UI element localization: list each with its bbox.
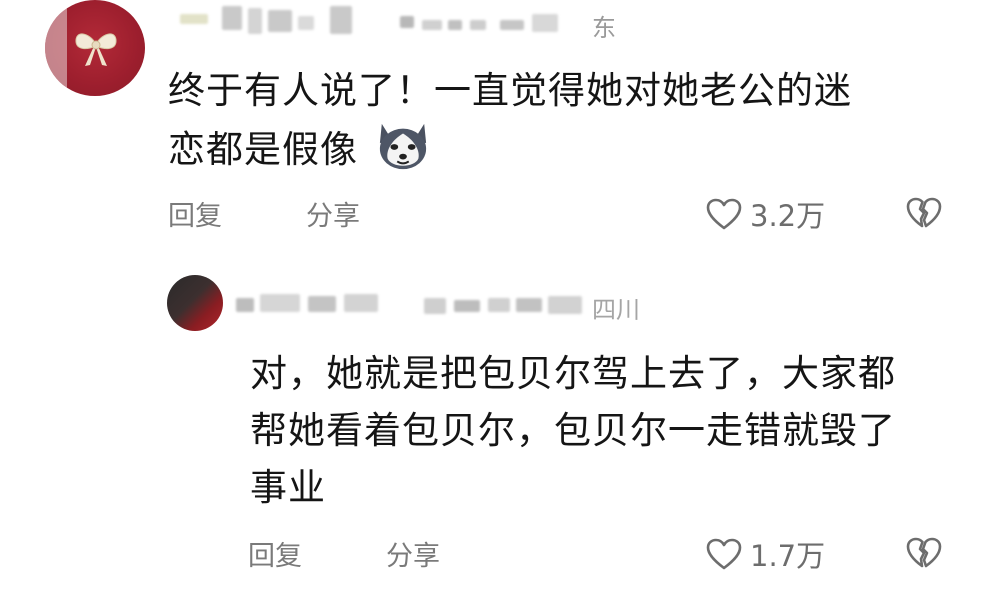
husky-dog-icon: [379, 123, 426, 170]
comment-text-line: 恋都是假像: [168, 120, 433, 178]
reply-like-button[interactable]: 1.7万: [706, 533, 825, 575]
reply-reply-button[interactable]: 回复: [248, 534, 302, 573]
avatar[interactable]: [45, 0, 145, 96]
author-location: 东: [592, 14, 616, 42]
like-count: 3.2万: [750, 199, 826, 233]
like-count: 1.7万: [750, 539, 826, 573]
reply-button[interactable]: 回复: [168, 194, 222, 233]
reply-author-location: 四川: [592, 296, 640, 324]
reply-meta-blurred: [424, 292, 594, 318]
comment-text-line: 终于有人说了！一直觉得她对她老公的迷: [168, 69, 852, 112]
heart-icon: [706, 538, 742, 570]
heart-icon: [706, 198, 742, 230]
reply-text-line: 帮她看着包贝尔，包贝尔一走错就毁了: [250, 409, 896, 452]
bow-icon: [75, 33, 117, 66]
broken-heart-icon[interactable]: [906, 537, 942, 569]
broken-heart-icon[interactable]: [906, 197, 942, 229]
author-name-blurred[interactable]: [170, 6, 370, 36]
reply-text-line: 事业: [250, 466, 326, 509]
reply-avatar[interactable]: [167, 275, 223, 331]
like-button[interactable]: 3.2万: [706, 193, 825, 235]
share-button[interactable]: 分享: [306, 194, 360, 233]
comment-text-segment: 恋都是假像: [168, 128, 358, 171]
reply-text-line: 对，她就是把包贝尔驾上去了，大家都: [250, 352, 896, 395]
author-meta-blurred: [400, 10, 590, 36]
reply-author-name-blurred[interactable]: [236, 290, 416, 316]
reply-share-button[interactable]: 分享: [386, 534, 440, 573]
